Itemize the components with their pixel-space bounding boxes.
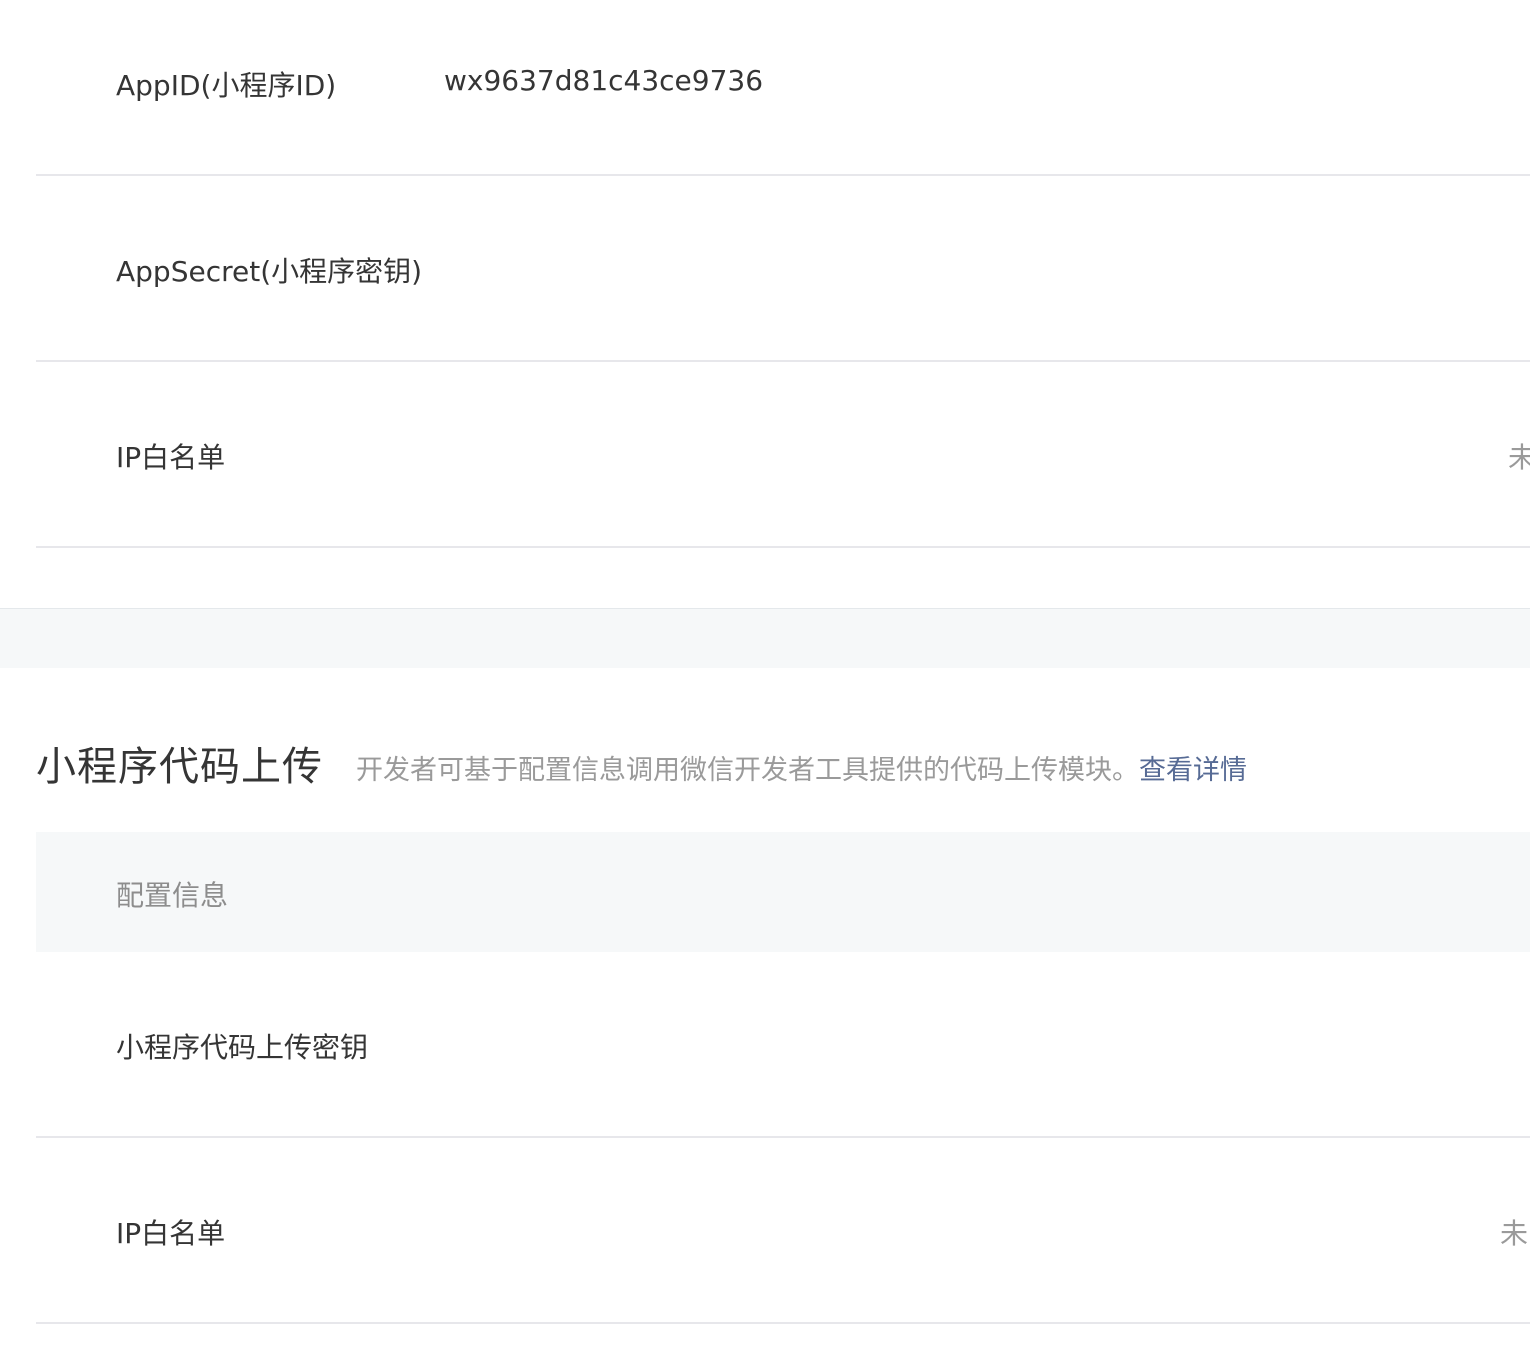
appid-row: AppID(小程序ID) wx9637d81c43ce9736 xyxy=(36,0,1530,176)
developer-settings-card: AppID(小程序ID) wx9637d81c43ce9736 AppSecre… xyxy=(0,0,1530,609)
appid-label: AppID(小程序ID) xyxy=(116,69,337,102)
section-title: 小程序代码上传 xyxy=(36,744,323,790)
appid-value: wx9637d81c43ce9736 xyxy=(444,64,764,97)
upload-key-row: 小程序代码上传密钥 xyxy=(36,952,1530,1138)
config-table-header: 配置信息 xyxy=(36,832,1530,952)
upload-key-label: 小程序代码上传密钥 xyxy=(116,1031,369,1064)
ip-whitelist-label: IP白名单 xyxy=(116,441,226,474)
section-gap xyxy=(0,609,1530,668)
ip-whitelist-status[interactable]: 未 xyxy=(1508,436,1530,476)
description-text: 开发者可基于配置信息调用微信开发者工具提供的代码上传模块。 xyxy=(356,755,1139,786)
ip-whitelist-row: IP白名单 未 xyxy=(36,362,1530,548)
appsecret-row: AppSecret(小程序密钥) xyxy=(36,176,1530,362)
upload-ip-whitelist-label: IP白名单 xyxy=(116,1217,226,1250)
upload-ip-whitelist-row: IP白名单 未 xyxy=(36,1138,1530,1324)
upload-ip-whitelist-status[interactable]: 未 xyxy=(1500,1212,1528,1252)
section-description: 开发者可基于配置信息调用微信开发者工具提供的代码上传模块。查看详情 xyxy=(356,748,1247,787)
config-table-header-label: 配置信息 xyxy=(116,879,229,912)
view-details-link[interactable]: 查看详情 xyxy=(1139,755,1247,786)
code-upload-section: 小程序代码上传 开发者可基于配置信息调用微信开发者工具提供的代码上传模块。查看详… xyxy=(0,668,1530,1370)
appsecret-label: AppSecret(小程序密钥) xyxy=(116,255,423,288)
